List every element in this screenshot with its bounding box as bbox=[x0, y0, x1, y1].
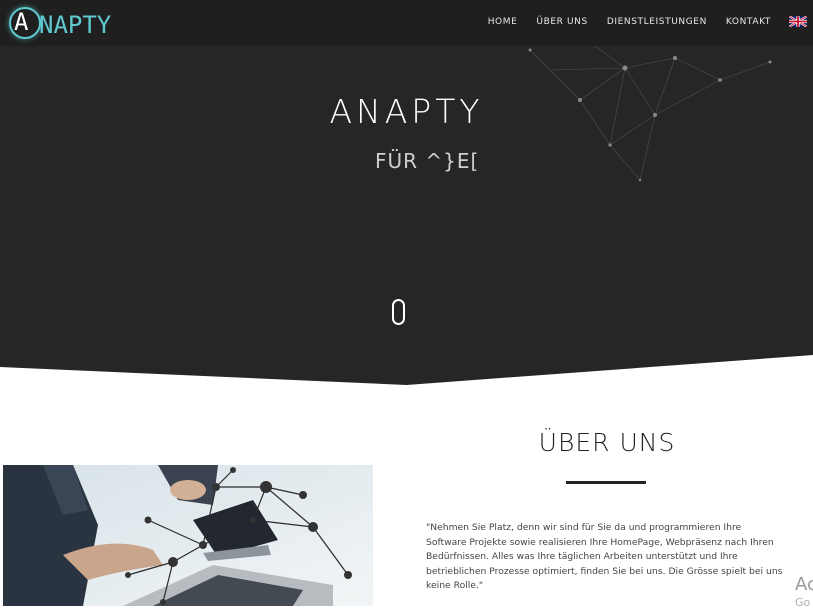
uk-flag-icon[interactable] bbox=[789, 16, 807, 27]
mouse-scroll-icon[interactable] bbox=[392, 299, 405, 325]
logo-text: NAPTY bbox=[39, 11, 112, 39]
logo-letter: A bbox=[14, 8, 29, 36]
logo[interactable]: A NAPTY bbox=[9, 7, 134, 41]
main-nav: HOME ÜBER UNS DIENSTLEISTUNGEN KONTAKT bbox=[469, 16, 807, 27]
about-text: "Nehmen Sie Platz, denn wir sind für Sie… bbox=[426, 522, 783, 591]
hero-section: ANAPTY FÜR ^}E[ bbox=[0, 0, 813, 385]
hero-title: ANAPTY bbox=[329, 92, 484, 131]
nav-item-ueber-uns[interactable]: ÜBER UNS bbox=[536, 17, 587, 27]
office-photo-graphic bbox=[3, 465, 373, 606]
activation-watermark: Ac bbox=[795, 574, 813, 595]
about-divider bbox=[566, 481, 646, 484]
hero-subtitle: FÜR ^}E[ bbox=[375, 149, 480, 173]
activation-watermark-sub: Go bbox=[795, 596, 811, 609]
navbar: A NAPTY HOME ÜBER UNS DIENSTLEISTUNGEN K… bbox=[0, 0, 813, 46]
about-title: ÜBER UNS bbox=[538, 428, 676, 457]
about-image bbox=[3, 465, 373, 606]
nav-item-dienstleistungen[interactable]: DIENSTLEISTUNGEN bbox=[607, 17, 707, 27]
nav-item-home[interactable]: HOME bbox=[488, 17, 518, 27]
nav-item-kontakt[interactable]: KONTAKT bbox=[726, 17, 771, 27]
